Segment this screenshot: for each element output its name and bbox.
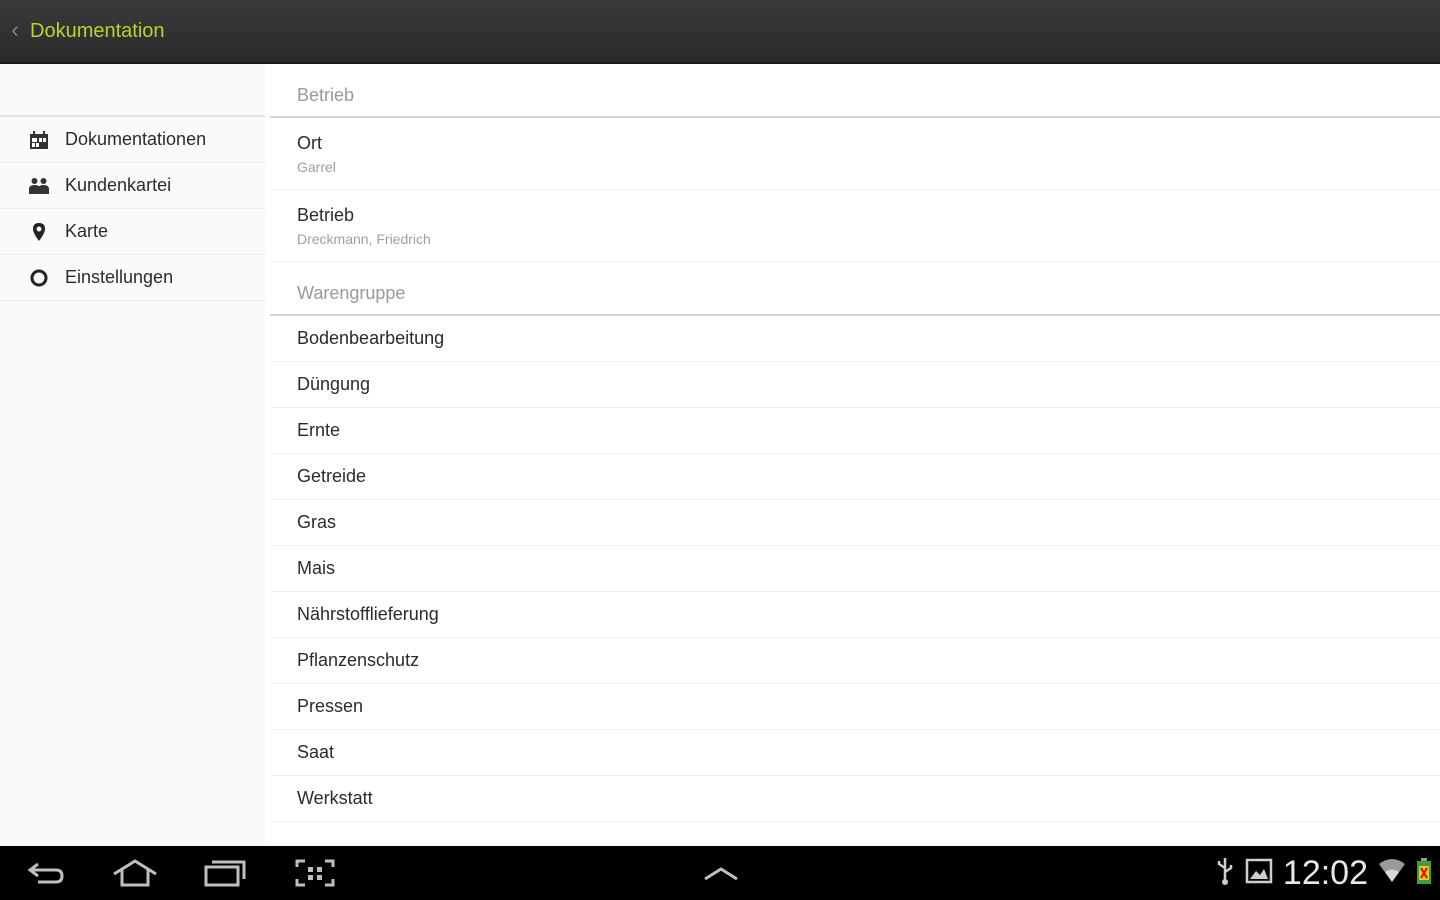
app-title[interactable]: Dokumentation (30, 20, 165, 43)
list-item-subtitle: Dreckmann, Friedrich (297, 230, 431, 247)
list-item-title: Ort (297, 132, 322, 153)
sidebar: Dokumentationen Kundenkartei Karte Einst… (0, 64, 265, 846)
sidebar-header-spacer (0, 64, 265, 117)
list-item-betrieb[interactable]: Betrieb Dreckmann, Friedrich (270, 190, 1440, 262)
system-navigation-bar: 12:02 (0, 846, 1440, 900)
sidebar-item-label: Einstellungen (65, 267, 174, 287)
map-pin-icon (28, 221, 50, 243)
settings-circle-icon (28, 267, 50, 289)
list-item-label: Nährstofflieferung (297, 604, 439, 624)
recent-apps-icon[interactable] (202, 856, 248, 890)
list-item-label: Getreide (297, 466, 367, 486)
list-item[interactable]: Pflanzenschutz (270, 638, 1440, 684)
list-item-label: Ernte (297, 420, 341, 440)
list-item-label: Mais (297, 558, 336, 578)
chevron-left-icon[interactable]: ‹ (4, 17, 26, 43)
list-item[interactable]: Düngung (270, 362, 1440, 408)
list-item[interactable]: Ernte (270, 408, 1440, 454)
back-icon[interactable] (24, 856, 70, 890)
list-item-label: Saat (297, 742, 335, 762)
usb-icon (1215, 856, 1235, 891)
list-item[interactable]: Mais (270, 546, 1440, 592)
section-header-betrieb: Betrieb (270, 64, 1440, 118)
list-item[interactable]: Werkstatt (270, 776, 1440, 822)
calendar-icon (28, 129, 50, 151)
wifi-icon (1378, 856, 1406, 891)
list-item-label: Bodenbearbeitung (297, 328, 445, 348)
action-bar: ‹ Dokumentation (0, 0, 1440, 64)
home-icon[interactable] (112, 856, 158, 890)
sidebar-item-karte[interactable]: Karte (0, 209, 265, 255)
list-item[interactable]: Bodenbearbeitung (270, 316, 1440, 362)
list-item-ort[interactable]: Ort Garrel (270, 118, 1440, 190)
section-header-label: Betrieb (297, 85, 355, 105)
list-item[interactable]: Pressen (270, 684, 1440, 730)
sidebar-item-label: Kundenkartei (65, 175, 172, 195)
detail-list: Betrieb Ort Garrel Betrieb Dreckmann, Fr… (270, 64, 1440, 846)
chevron-up-icon[interactable] (698, 856, 744, 890)
battery-icon (1416, 856, 1432, 891)
status-clock: 12:02 (1282, 853, 1368, 892)
list-item-subtitle: Garrel (297, 158, 336, 175)
list-item-label: Gras (297, 512, 337, 532)
sidebar-item-label: Dokumentationen (65, 129, 207, 149)
list-item[interactable]: Nährstofflieferung (270, 592, 1440, 638)
list-item[interactable]: Saat (270, 730, 1440, 776)
list-item-title: Betrieb (297, 204, 355, 225)
sidebar-item-label: Karte (65, 221, 109, 241)
sidebar-item-einstellungen[interactable]: Einstellungen (0, 255, 265, 301)
list-item[interactable]: Getreide (270, 454, 1440, 500)
people-icon (28, 175, 50, 197)
list-item-label: Pressen (297, 696, 364, 716)
section-header-warengruppe: Warengruppe (270, 262, 1440, 316)
status-area[interactable]: 12:02 (1215, 846, 1432, 900)
sidebar-item-dokumentationen[interactable]: Dokumentationen (0, 117, 265, 163)
picture-icon (1245, 857, 1273, 890)
section-header-label: Warengruppe (297, 283, 406, 303)
list-item-label: Werkstatt (297, 788, 373, 808)
list-item-label: Pflanzenschutz (297, 650, 420, 670)
list-item-label: Düngung (297, 374, 371, 394)
screenshot-icon[interactable] (292, 856, 338, 890)
sidebar-item-kundenkartei[interactable]: Kundenkartei (0, 163, 265, 209)
list-item[interactable]: Gras (270, 500, 1440, 546)
